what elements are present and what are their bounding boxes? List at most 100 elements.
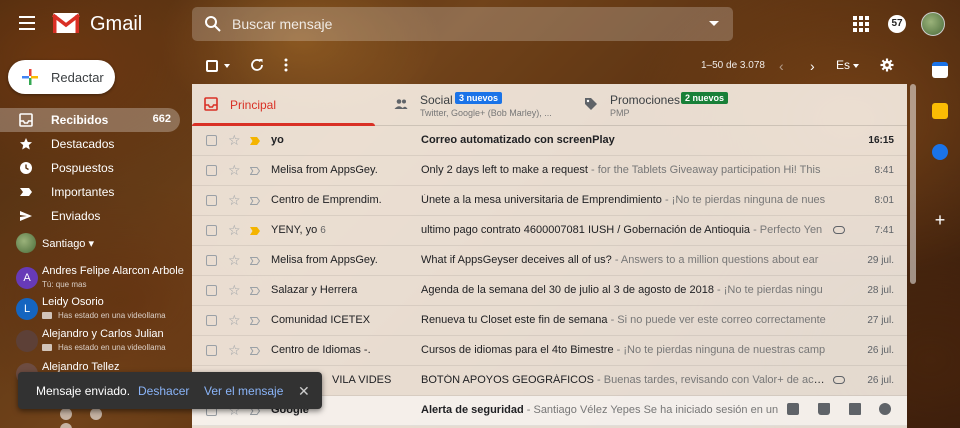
sidebar-item-pospuestos[interactable]: Pospuestos [0,156,190,180]
contact-name: Andres Felipe Alarcon Arbole [42,265,184,277]
important-marker-icon[interactable] [250,137,261,145]
email-subject: Agenda de la semana del 30 de julio al 3… [421,284,823,296]
attachment-icon [833,376,845,384]
mark-as-read-icon[interactable] [849,403,861,415]
email-checkbox[interactable] [206,255,217,266]
search-icon[interactable] [204,15,222,33]
video-icon [42,312,52,319]
star-icon[interactable]: ☆ [228,222,241,239]
top-bar: Gmail Buscar mensaje 57 [0,0,960,48]
contacts-icon[interactable] [60,408,72,420]
search-bar[interactable]: Buscar mensaje [192,7,733,41]
scrollbar[interactable] [909,84,917,284]
tab-promociones[interactable]: Promociones 2 nuevos PMP [572,84,752,126]
hangouts-icon[interactable] [89,408,102,420]
star-icon[interactable]: ☆ [228,312,241,329]
email-checkbox[interactable] [206,165,217,176]
chevron-down-icon[interactable] [853,64,859,68]
view-message-button[interactable]: Ver el mensaje [204,384,283,398]
tasks-icon[interactable] [932,144,948,160]
tab-principal[interactable]: Principal [192,84,375,126]
email-row[interactable]: ☆ Melisa from AppsGey. Only 2 days left … [192,156,907,186]
email-sender: Comunidad ICETEX [271,314,371,326]
undo-button[interactable]: Deshacer [138,384,189,398]
important-marker-icon[interactable] [250,257,261,265]
snooze-icon[interactable] [879,403,891,415]
input-tools-button[interactable]: Es [836,58,850,72]
attachment-icon [833,226,845,234]
sidebar-item-enviados[interactable]: Enviados [0,204,190,228]
email-checkbox[interactable] [206,315,217,326]
gmail-logo-icon[interactable] [52,11,80,35]
refresh-icon[interactable] [250,58,264,72]
email-row[interactable]: ☆ Comunidad ICETEX Renueva tu Closet est… [192,306,907,336]
star-icon[interactable]: ☆ [228,282,241,299]
close-icon[interactable]: ✕ [298,383,310,400]
tab-subtitle: PMP [610,108,630,118]
thread-count: 6 [320,225,326,236]
email-checkbox[interactable] [206,195,217,206]
sidebar-item-destacados[interactable]: Destacados [0,132,190,156]
email-row[interactable]: ☆ Centro de Emprendim. Únete a la mesa u… [192,186,907,216]
star-icon[interactable]: ☆ [228,342,241,359]
email-checkbox[interactable] [206,135,217,146]
important-marker-icon[interactable] [250,197,261,205]
scrollbar-thumb[interactable] [910,84,916,284]
gear-icon[interactable] [880,58,894,72]
email-checkbox[interactable] [206,225,217,236]
main-menu-button[interactable] [14,12,40,36]
search-options-icon[interactable] [709,21,719,26]
select-all-checkbox[interactable] [206,60,218,72]
account-avatar[interactable] [921,12,945,36]
star-icon[interactable]: ☆ [228,132,241,149]
archive-icon[interactable] [787,403,799,415]
email-checkbox[interactable] [206,285,217,296]
google-apps-icon[interactable] [853,16,869,32]
important-marker-icon[interactable] [250,227,261,235]
next-page-icon[interactable]: › [810,58,815,74]
sidebar-item-recibidos[interactable]: Recibidos 662 [0,108,180,132]
hangouts-contact[interactable]: Alejandro y Carlos Julian Has estado en … [16,328,176,356]
email-date: 29 jul. [867,255,894,266]
video-icon [42,344,52,351]
hangouts-contact[interactable]: L Leidy Osorio Has estado en una videoll… [16,296,176,324]
email-sender: YENY, yo 6 [271,224,326,236]
important-marker-icon[interactable] [250,287,261,295]
email-checkbox[interactable] [206,345,217,356]
email-row[interactable]: ☆ Centro de Idiomas -. Cursos de idiomas… [192,336,907,366]
hangouts-contact[interactable]: A Andres Felipe Alarcon Arbole Tú: que m… [16,265,184,293]
email-date: 8:01 [874,195,894,206]
search-input[interactable]: Buscar mensaje [232,16,332,32]
pagination-range: 1–50 de 3.078 [701,60,765,71]
star-icon[interactable]: ☆ [228,192,241,209]
important-marker-icon[interactable] [250,317,261,325]
email-date: 7:41 [874,225,894,236]
category-tabs: Principal Social 3 nuevos Twitter, Googl… [192,84,907,126]
email-subject: ultimo pago contrato 4600007081 IUSH / G… [421,224,823,236]
previous-page-icon[interactable]: ‹ [779,58,784,74]
sidebar-item-importantes[interactable]: Importantes [0,180,190,204]
email-subject: Correo automatizado con screenPlay [421,134,615,146]
email-row[interactable]: ☆ yo Correo automatizado con screenPlay … [192,126,907,156]
phone-icon[interactable] [60,423,72,428]
star-icon[interactable]: ☆ [228,252,241,269]
tab-social[interactable]: Social 3 nuevos Twitter, Google+ (Bob Ma… [382,84,562,126]
email-row[interactable]: ☆ YENY, yo 6 ultimo pago contrato 4600007… [192,216,907,246]
delete-icon[interactable] [818,403,830,415]
star-icon[interactable]: ☆ [228,162,241,179]
email-row[interactable]: ☆ Melisa from AppsGey. What if AppsGeyse… [192,246,907,276]
add-addon-icon[interactable]: + [932,211,948,229]
calendar-icon[interactable] [932,62,948,78]
star-icon [20,138,32,150]
email-date: 16:15 [868,135,894,146]
email-sender: Melisa from AppsGey. [271,254,378,266]
keep-icon[interactable] [932,103,948,119]
important-marker-icon[interactable] [250,347,261,355]
email-row[interactable]: ☆ Salazar y Herrera Agenda de la semana … [192,276,907,306]
compose-button[interactable]: Redactar [8,60,115,94]
more-options-icon[interactable] [284,58,288,72]
important-marker-icon[interactable] [250,167,261,175]
notifications-badge[interactable]: 57 [888,15,906,33]
email-subject: What if AppsGeyser deceives all of us? -… [421,254,819,266]
select-options-icon[interactable] [224,64,230,68]
